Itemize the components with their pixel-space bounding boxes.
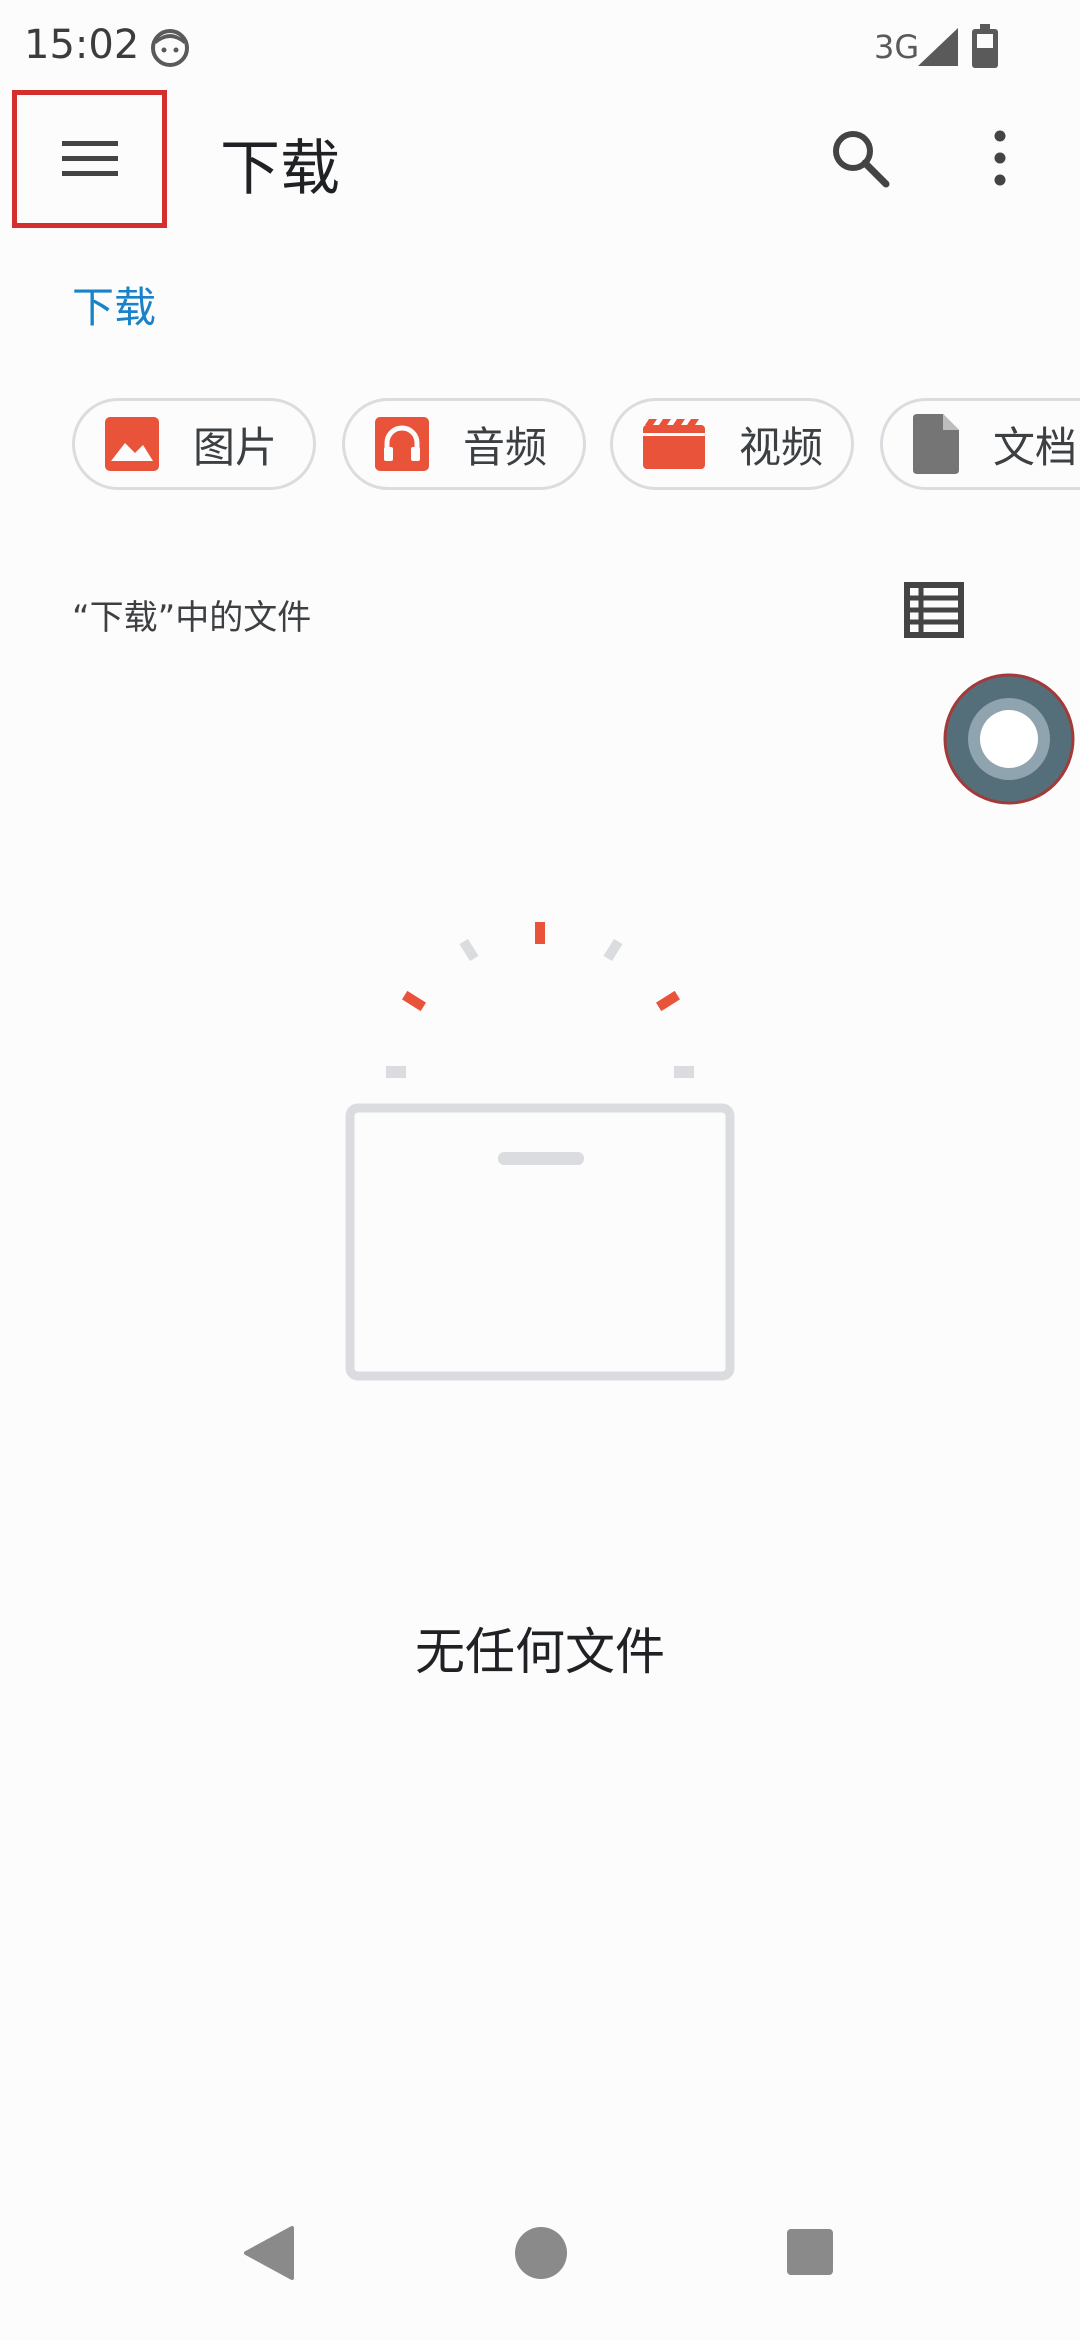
more-vert-icon[interactable]	[980, 126, 1020, 190]
section-title: “下载”中的文件	[72, 598, 312, 638]
hamburger-menu-icon	[61, 141, 118, 176]
chip-documents[interactable]: 文档	[880, 398, 1080, 490]
video-icon	[643, 419, 705, 469]
chip-label: 视频	[739, 422, 824, 472]
chip-label: 文档	[993, 422, 1078, 472]
signal-icon	[918, 28, 958, 66]
chip-label: 图片	[193, 422, 278, 472]
navigation-menu-button[interactable]	[12, 90, 167, 228]
page-title: 下载	[220, 134, 340, 204]
chip-video[interactable]: 视频	[610, 398, 854, 490]
image-icon	[105, 417, 159, 471]
empty-state-message: 无任何文件	[415, 1623, 665, 1681]
chip-audio[interactable]: 音频	[342, 398, 586, 490]
status-bar: 15:02 3G	[0, 0, 1080, 90]
status-time: 15:02	[24, 22, 140, 68]
home-icon[interactable]	[514, 2226, 568, 2280]
headphones-icon	[375, 417, 429, 471]
files-app-screen: 15:02 3G 下载 下载 图片 音频 视频 文档 “下载”中的文件 无任何文…	[0, 0, 1080, 2340]
notification-face-icon	[151, 29, 189, 67]
system-nav-bar	[0, 2190, 1080, 2340]
list-view-icon[interactable]	[904, 582, 964, 638]
chip-label: 音频	[463, 422, 548, 472]
document-icon	[913, 414, 959, 474]
battery-icon	[972, 24, 998, 68]
app-bar: 下载	[0, 90, 1080, 238]
search-icon[interactable]	[828, 126, 892, 190]
recents-icon[interactable]	[786, 2228, 834, 2276]
chip-images[interactable]: 图片	[72, 398, 316, 490]
back-icon[interactable]	[242, 2226, 294, 2280]
breadcrumb[interactable]: 下载	[72, 274, 156, 335]
assistive-touch-button[interactable]	[942, 672, 1076, 806]
category-chips: 图片 音频 视频 文档	[72, 398, 1080, 494]
empty-folder-illustration	[345, 922, 735, 1381]
network-type: 3G	[874, 28, 920, 66]
